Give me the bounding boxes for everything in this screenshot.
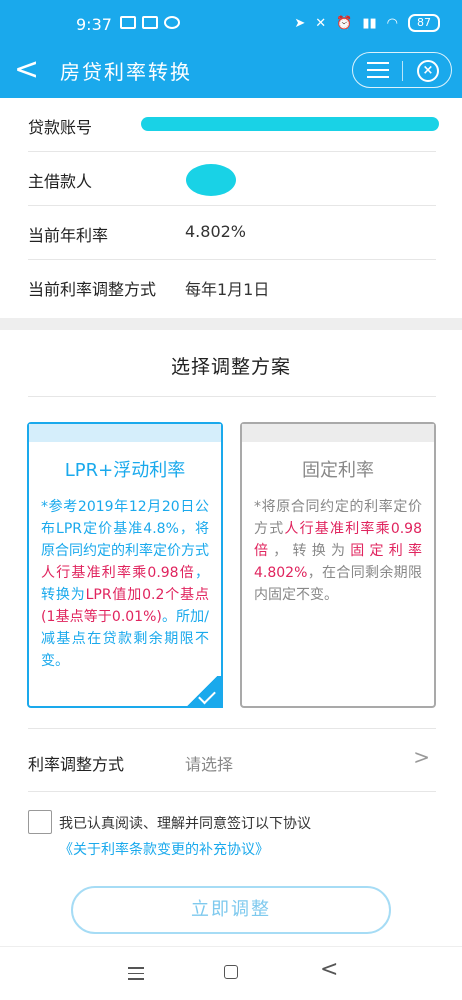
plan-text: *参考2019年12月20日公布LPR定价基准4.8%，将原合同约定的利率定价方… bbox=[41, 499, 209, 559]
battery-icon: 87 bbox=[408, 14, 440, 32]
plan-highlight: 人行基准利率乘0.98倍 bbox=[41, 565, 195, 581]
rate-method-select[interactable]: 利率调整方式 请选择 > bbox=[28, 728, 436, 792]
nav-menu-icon[interactable] bbox=[128, 967, 144, 980]
redaction-mark bbox=[186, 164, 236, 196]
check-icon bbox=[198, 686, 216, 705]
nav-home-icon[interactable] bbox=[224, 965, 238, 979]
rate-method-placeholder: 请选择 bbox=[185, 755, 234, 774]
menu-icon[interactable] bbox=[367, 62, 389, 78]
rate-method-label: 利率调整方式 bbox=[28, 755, 125, 774]
mini-program-capsule: × bbox=[352, 52, 452, 88]
borrower-label: 主借款人 bbox=[28, 172, 93, 191]
redaction-mark bbox=[141, 117, 439, 131]
section-divider bbox=[0, 318, 462, 330]
plan-description-fixed: *将原合同约定的利率定价方式人行基准利率乘0.98倍，转换为固定利率4.802%… bbox=[242, 482, 434, 606]
plan-title-lpr: LPR+浮动利率 bbox=[64, 460, 186, 481]
agreement-text: 我已认真阅读、理解并同意签订以下协议 bbox=[59, 816, 311, 832]
mute-icon: ✕ bbox=[315, 15, 327, 31]
notification-icons bbox=[120, 16, 180, 29]
loan-account-row: 贷款账号 bbox=[28, 98, 439, 152]
app-bar: < 房贷利率转换 × bbox=[0, 46, 462, 98]
location-icon: ➤ bbox=[294, 15, 306, 31]
system-icons: ➤ ✕ ⏰ ▮▮ ◠ 87 bbox=[294, 14, 440, 32]
page-title: 房贷利率转换 bbox=[60, 60, 192, 84]
card-header-band bbox=[29, 424, 221, 442]
current-rate-row: 当前年利率 4.802% bbox=[28, 206, 436, 260]
selected-corner bbox=[179, 676, 223, 708]
status-time: 9:37 bbox=[76, 15, 112, 34]
plan-text: ，转换为 bbox=[273, 543, 351, 559]
message-icon bbox=[120, 16, 136, 29]
agreement-checkbox[interactable] bbox=[28, 810, 52, 834]
alarm-icon: ⏰ bbox=[336, 15, 353, 31]
plan-description-lpr: *参考2019年12月20日公布LPR定价基准4.8%，将原合同约定的利率定价方… bbox=[29, 482, 221, 672]
header-area: 9:37 ➤ ✕ ⏰ ▮▮ ◠ 87 < 房贷利率转换 × bbox=[0, 0, 462, 98]
adjust-method-value: 每年1月1日 bbox=[185, 280, 270, 299]
current-rate-label: 当前年利率 bbox=[28, 226, 109, 245]
close-icon[interactable]: × bbox=[417, 60, 439, 82]
plan-title-fixed: 固定利率 bbox=[302, 460, 374, 481]
message-icon bbox=[142, 16, 158, 29]
adjust-method-row: 当前利率调整方式 每年1月1日 bbox=[28, 260, 436, 314]
status-bar: 9:37 ➤ ✕ ⏰ ▮▮ ◠ 87 bbox=[0, 0, 462, 46]
plan-card-fixed[interactable]: 固定利率 *将原合同约定的利率定价方式人行基准利率乘0.98倍，转换为固定利率4… bbox=[240, 422, 436, 708]
divider-line bbox=[28, 396, 436, 397]
loan-account-label: 贷款账号 bbox=[28, 118, 93, 137]
borrower-row: 主借款人 bbox=[28, 152, 436, 206]
section-title: 选择调整方案 bbox=[170, 356, 291, 378]
signal-icon: ▮▮ bbox=[362, 15, 377, 31]
submit-button[interactable]: 立即调整 bbox=[71, 886, 391, 934]
wifi-icon: ◠ bbox=[386, 15, 398, 31]
plan-card-lpr[interactable]: LPR+浮动利率 *参考2019年12月20日公布LPR定价基准4.8%，将原合… bbox=[27, 422, 223, 708]
system-nav-bar: < bbox=[0, 946, 462, 1000]
nav-back-icon[interactable]: < bbox=[320, 957, 338, 982]
card-header-band bbox=[242, 424, 434, 442]
adjust-method-label: 当前利率调整方式 bbox=[28, 280, 157, 299]
agreement-link[interactable]: 《关于利率条款变更的补充协议》 bbox=[59, 839, 269, 859]
back-chevron-icon[interactable]: < bbox=[14, 50, 39, 90]
capsule-divider bbox=[402, 61, 403, 81]
chevron-right-icon: > bbox=[413, 745, 430, 769]
app-notification-icon bbox=[164, 16, 180, 29]
current-rate-value: 4.802% bbox=[185, 222, 247, 241]
